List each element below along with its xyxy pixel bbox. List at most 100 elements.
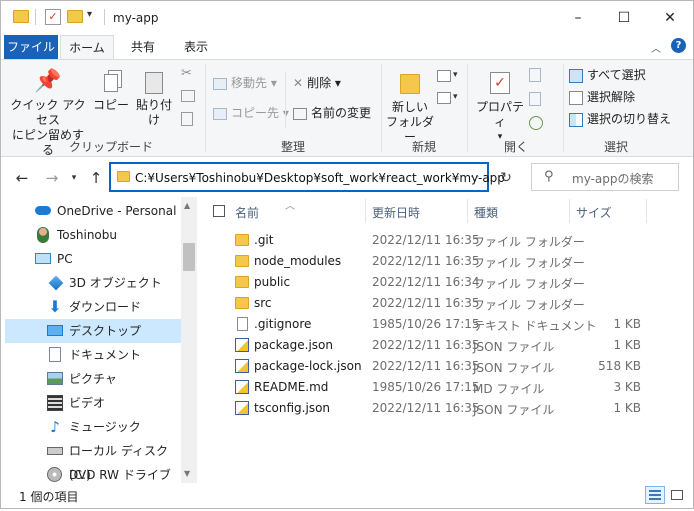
nav-item-pictures[interactable]: ピクチャ [5,367,181,391]
easy-access-dropdown-icon[interactable]: ▾ [453,92,458,102]
new-item-icon[interactable] [437,70,451,82]
file-row[interactable]: src 2022/12/11 16:35 ファイル フォルダー [229,293,645,314]
move-to-icon [213,77,227,90]
paste-shortcut-icon[interactable] [181,112,193,126]
tab-share[interactable]: 共有 [116,35,170,59]
file-row[interactable]: package.json 2022/12/11 16:35 JSON ファイル … [229,335,645,356]
pin-icon: 📌 [34,69,62,94]
address-path[interactable]: C:¥Users¥Toshinobu¥Desktop¥soft_work¥rea… [135,171,505,185]
nav-item-documents[interactable]: ドキュメント [5,343,181,367]
search-input[interactable]: ⚲ my-appの検索 [531,163,679,191]
large-icons-view-button[interactable] [667,486,687,504]
scroll-thumb[interactable] [183,243,195,271]
nav-scrollbar[interactable]: ▲ ▼ [181,197,197,483]
column-name[interactable]: 名前 [235,204,259,221]
paste-label: 貼り付け [135,98,172,127]
file-row[interactable]: .git 2022/12/11 16:35 ファイル フォルダー [229,230,645,251]
forward-button[interactable]: → [41,167,63,189]
select-none-button[interactable]: 選択解除 [569,88,635,106]
nav-item-user[interactable]: Toshinobu [5,223,181,247]
column-size[interactable]: サイズ [576,204,612,221]
column-divider[interactable] [569,199,570,223]
column-divider[interactable] [646,199,647,223]
minimize-button[interactable]: – [555,1,601,35]
column-divider[interactable] [365,199,366,223]
new-item-dropdown-icon[interactable]: ▾ [453,70,458,80]
file-row[interactable]: README.md 1985/10/26 17:15 MD ファイル 3 KB [229,377,645,398]
search-placeholder: my-appの検索 [572,172,654,186]
nav-item-videos[interactable]: ビデオ [5,391,181,415]
scroll-up-icon[interactable]: ▲ [184,201,190,210]
select-all-icon [569,68,583,83]
select-all-button[interactable]: すべて選択 [569,66,646,84]
scroll-down-icon[interactable]: ▼ [184,469,190,478]
file-name: src [254,296,272,310]
status-bar: 1 個の項目 [1,483,693,508]
up-button[interactable]: ↑ [85,167,107,189]
nav-item-label: ビデオ [69,396,106,410]
search-icon: ⚲ [544,169,554,184]
delete-button[interactable]: ✕ 削除 ▾ [293,74,341,92]
invert-selection-button[interactable]: 選択の切り替え [569,110,671,128]
file-row[interactable]: public 2022/12/11 16:34 ファイル フォルダー [229,272,645,293]
refresh-button[interactable]: ↻ [495,167,517,189]
file-row[interactable]: package-lock.json 2022/12/11 16:35 JSON … [229,356,645,377]
nav-item-downloads[interactable]: ⬇ ダウンロード [5,295,181,319]
file-date: 2022/12/11 16:35 [372,233,480,247]
file-type: ファイル フォルダー [473,256,585,270]
nav-item-music[interactable]: ♪ ミュージック [5,415,181,439]
file-name: tsconfig.json [254,401,331,415]
column-type[interactable]: 種類 [474,204,498,221]
column-date[interactable]: 更新日時 [372,204,420,221]
file-size: 1 KB [613,401,641,415]
easy-access-icon[interactable] [437,92,451,104]
tab-home[interactable]: ホーム [60,35,114,59]
nav-item-desktop[interactable]: デスクトップ [5,319,181,343]
open-icon[interactable] [529,68,541,82]
address-bar[interactable]: C:¥Users¥Toshinobu¥Desktop¥soft_work¥rea… [109,162,505,192]
json-file-icon [235,401,249,415]
divider [563,64,564,152]
quick-access-dropdown-icon[interactable]: ▾ [87,9,92,20]
new-folder-button[interactable]: 新しい フォルダー [385,68,435,145]
chevron-down-icon[interactable]: ⌵ [471,170,479,184]
rename-button[interactable]: 名前の変更 [293,104,371,122]
properties-button[interactable]: ✓ プロパティ ▾ [473,68,527,145]
help-icon[interactable]: ? [671,38,686,53]
json-file-icon [235,359,249,373]
tab-file[interactable]: ファイル [4,35,58,59]
paste-icon [131,66,177,98]
properties-quick-icon[interactable]: ✓ [45,9,61,25]
collapse-ribbon-icon[interactable]: ︿ [651,40,661,55]
nav-item-3d-objects[interactable]: 3D オブジェクト [5,271,181,295]
copy-button[interactable]: コピー [93,66,129,113]
move-to-button[interactable]: 移動先 ▾ [213,74,277,92]
close-button[interactable]: ✕ [647,1,693,35]
edit-icon[interactable] [529,92,541,106]
nav-item-onedrive[interactable]: OneDrive - Personal [5,199,181,223]
delete-icon: ✕ [293,76,304,90]
new-folder-quick-icon[interactable] [67,10,83,23]
details-view-button[interactable] [645,486,665,504]
copy-to-label: コピー先 [231,106,280,120]
nav-item-pc[interactable]: PC [5,247,181,271]
back-button[interactable]: ← [11,167,33,189]
group-new-label: 新規 [411,140,436,154]
recent-locations-button[interactable]: ▾ [63,167,85,189]
text-file-icon [237,317,248,331]
column-divider[interactable] [467,199,468,223]
nav-item-local-disk[interactable]: ローカル ディスク (C:) [5,439,181,482]
file-row[interactable]: node_modules 2022/12/11 16:35 ファイル フォルダー [229,251,645,272]
paste-button[interactable]: 貼り付け [131,66,177,128]
file-row[interactable]: tsconfig.json 2022/12/11 16:35 JSON ファイル… [229,398,645,419]
file-type: MD ファイル [473,382,545,396]
tab-view[interactable]: 表示 [169,35,223,59]
cut-icon[interactable]: ✂ [181,66,192,81]
copy-to-button[interactable]: コピー先 ▾ [213,104,289,122]
nav-item-label: ダウンロード [69,300,142,314]
history-icon[interactable] [529,116,543,130]
file-row[interactable]: .gitignore 1985/10/26 17:15 テキスト ドキュメント … [229,314,645,335]
select-all-label: すべて選択 [587,68,646,82]
copy-path-icon[interactable] [181,90,195,102]
maximize-button[interactable]: ☐ [601,1,647,35]
